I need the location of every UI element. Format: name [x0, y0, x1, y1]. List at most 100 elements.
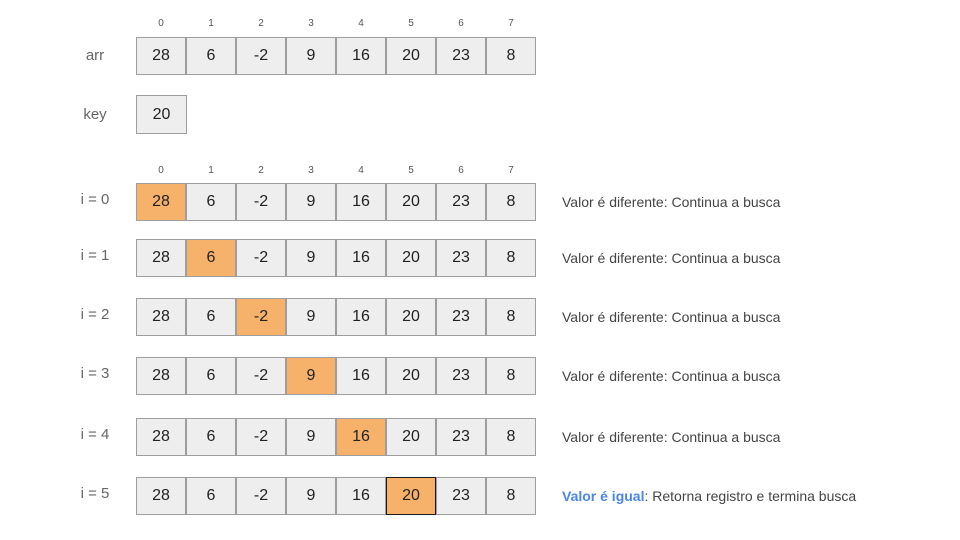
array-cell: 16: [336, 298, 386, 336]
array-cell: -2: [236, 357, 286, 395]
array-cell: 20: [386, 239, 436, 277]
array-cell: 8: [486, 357, 536, 395]
array-cell: 6: [186, 183, 236, 221]
index-label: 3: [308, 165, 314, 176]
array-row: 28 6 -2 9 16 20 23 8: [136, 37, 536, 75]
step-array-row: 28 6 -2 9 16 20 23 8: [136, 418, 536, 456]
array-cell: 20: [386, 37, 436, 75]
array-cell: 20: [386, 298, 436, 336]
array-cell: 16: [336, 357, 386, 395]
index-label: 6: [458, 18, 464, 29]
index-label: 4: [358, 165, 364, 176]
index-label: 7: [508, 165, 514, 176]
array-cell: 9: [286, 298, 336, 336]
array-cell: 20: [386, 357, 436, 395]
array-cell: 16: [336, 37, 386, 75]
index-row-top: 0 1 2 3 4 5 6 7: [136, 18, 536, 34]
index-label: 3: [308, 18, 314, 29]
array-cell: 6: [186, 37, 236, 75]
array-cell: 8: [486, 477, 536, 515]
array-cell: 8: [486, 37, 536, 75]
step-message: Valor é diferente: Continua a busca: [562, 250, 780, 266]
array-cell: 9: [286, 183, 336, 221]
array-cell: 23: [436, 357, 486, 395]
highlighted-cell: 20: [386, 477, 436, 515]
step-array-row: 28 6 -2 9 16 20 23 8: [136, 239, 536, 277]
index-label: 5: [408, 165, 414, 176]
array-cell: 28: [136, 357, 186, 395]
step-label: i = 4: [80, 426, 110, 443]
index-label: 5: [408, 18, 414, 29]
highlighted-cell: 28: [136, 183, 186, 221]
index-label: 2: [258, 165, 264, 176]
step-message-text: Valor é diferente: Continua a busca: [562, 194, 781, 210]
highlighted-cell: 16: [336, 418, 386, 456]
array-cell: 8: [486, 418, 536, 456]
step-message: Valor é diferente: Continua a busca: [562, 368, 780, 384]
array-cell: 28: [136, 239, 186, 277]
step-label: i = 2: [80, 306, 110, 323]
array-cell: 28: [136, 298, 186, 336]
step-message-text: Valor é diferente: Continua a busca: [562, 429, 781, 445]
array-cell: 23: [436, 183, 486, 221]
key-cell: 20: [136, 95, 187, 134]
array-cell: 6: [186, 477, 236, 515]
array-cell: 6: [186, 418, 236, 456]
array-cell: 9: [286, 418, 336, 456]
array-cell: 28: [136, 477, 186, 515]
array-cell: 20: [386, 183, 436, 221]
highlighted-cell: 6: [186, 239, 236, 277]
step-label: i = 5: [80, 485, 110, 502]
array-cell: 8: [486, 183, 536, 221]
array-cell: -2: [236, 239, 286, 277]
array-cell: 9: [286, 37, 336, 75]
index-label: 1: [208, 18, 214, 29]
array-cell: 23: [436, 418, 486, 456]
key-label: key: [83, 106, 107, 123]
step-array-row: 28 6 -2 9 16 20 23 8: [136, 298, 536, 336]
array-label: arr: [85, 47, 105, 64]
array-cell: 20: [386, 418, 436, 456]
step-label: i = 3: [80, 365, 110, 382]
step-message: Valor é diferente: Continua a busca: [562, 309, 780, 325]
array-cell: 23: [436, 239, 486, 277]
index-label: 1: [208, 165, 214, 176]
array-cell: 9: [286, 477, 336, 515]
array-cell: 23: [436, 477, 486, 515]
index-label: 6: [458, 165, 464, 176]
array-cell: 9: [286, 239, 336, 277]
array-cell: -2: [236, 183, 286, 221]
array-cell: 28: [136, 37, 186, 75]
highlighted-cell: -2: [236, 298, 286, 336]
highlighted-cell: 9: [286, 357, 336, 395]
step-message-text: : Retorna registro e termina busca: [644, 488, 857, 504]
array-cell: 16: [336, 239, 386, 277]
array-cell: -2: [236, 37, 286, 75]
step-message-text: Valor é diferente: Continua a busca: [562, 309, 781, 325]
index-label: 7: [508, 18, 514, 29]
step-label: i = 1: [80, 247, 110, 264]
array-cell: 8: [486, 239, 536, 277]
step-message-text: Valor é diferente: Continua a busca: [562, 250, 781, 266]
array-cell: 16: [336, 477, 386, 515]
step-message: Valor é diferente: Continua a busca: [562, 194, 780, 210]
array-cell: 6: [186, 357, 236, 395]
step-array-row: 28 6 -2 9 16 20 23 8: [136, 477, 536, 515]
array-cell: 23: [436, 37, 486, 75]
array-cell: -2: [236, 477, 286, 515]
step-message-text: Valor é diferente: Continua a busca: [562, 368, 781, 384]
array-cell: 6: [186, 298, 236, 336]
index-label: 4: [358, 18, 364, 29]
step-message: Valor é igual: Retorna registro e termin…: [562, 488, 856, 504]
array-cell: 8: [486, 298, 536, 336]
index-label: 2: [258, 18, 264, 29]
array-cell: 23: [436, 298, 486, 336]
index-row-steps: 0 1 2 3 4 5 6 7: [136, 165, 536, 181]
step-message: Valor é diferente: Continua a busca: [562, 429, 780, 445]
index-label: 0: [158, 18, 164, 29]
step-array-row: 28 6 -2 9 16 20 23 8: [136, 357, 536, 395]
array-cell: 16: [336, 183, 386, 221]
step-array-row: 28 6 -2 9 16 20 23 8: [136, 183, 536, 221]
array-cell: 28: [136, 418, 186, 456]
step-label: i = 0: [80, 191, 110, 208]
